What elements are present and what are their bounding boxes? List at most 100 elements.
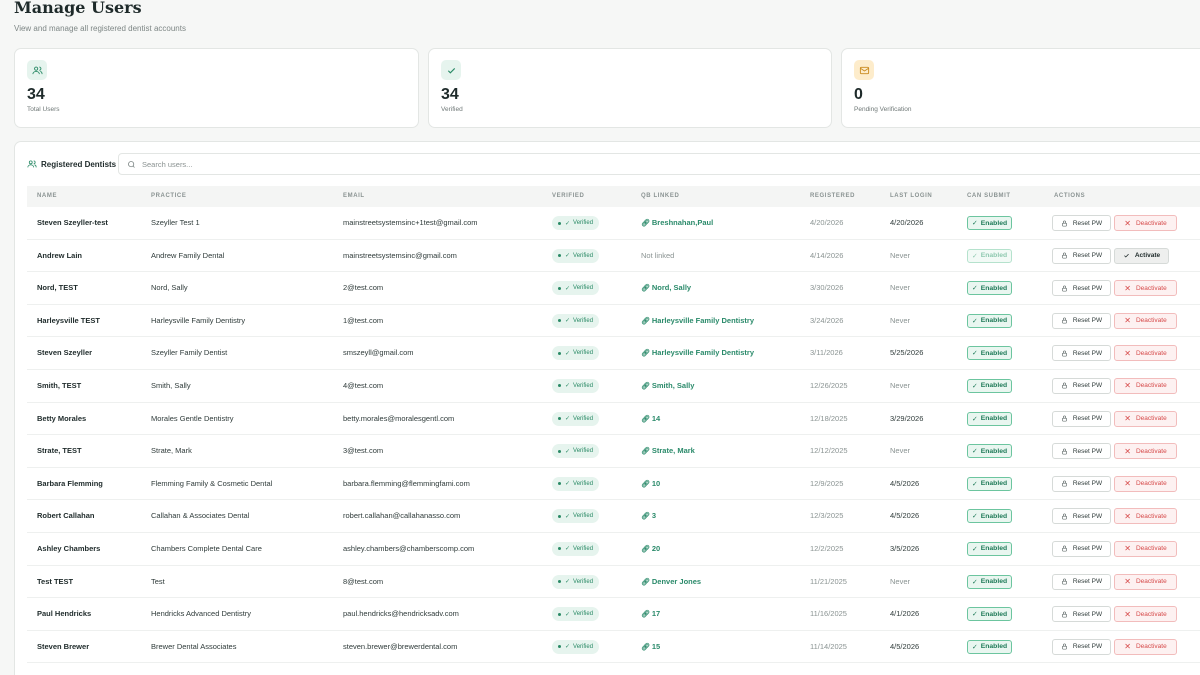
deactivate-button[interactable]: ✕ Deactivate [1114, 410, 1177, 427]
users-icon [27, 60, 47, 80]
column-header-practice[interactable]: Practice [151, 186, 186, 207]
reset-password-button[interactable]: Reset PW [1052, 377, 1111, 394]
qb-link[interactable]: 🔗︎ Harleysville Family Dentistry [641, 305, 754, 338]
can-submit-toggle[interactable]: ✓ Enabled [967, 541, 1013, 556]
user-email: 3@test.com [343, 446, 384, 456]
qb-link[interactable]: 🔗︎ Harleysville Family Dentistry [641, 337, 754, 370]
qb-link[interactable]: 🔗︎ Smith, Sally [641, 370, 694, 403]
search-input[interactable] [142, 159, 742, 169]
can-submit-toggle[interactable]: ✓ Enabled [967, 444, 1013, 459]
deactivate-button[interactable]: ✕ Deactivate [1114, 345, 1177, 362]
reset-password-button[interactable]: Reset PW [1052, 345, 1111, 362]
status-dot-icon [558, 221, 561, 225]
search-box[interactable] [118, 153, 1200, 175]
reset-password-button[interactable]: Reset PW [1052, 638, 1111, 655]
deactivate-button[interactable]: ✕ Deactivate [1114, 540, 1177, 557]
user-name: Test TEST [37, 576, 74, 586]
qb-link[interactable]: 🔗︎ Strate, Mark [641, 435, 695, 468]
column-header-email[interactable]: Email [343, 186, 365, 207]
deactivate-button[interactable]: ✕ Deactivate [1114, 573, 1177, 590]
link-icon: 🔗︎ [641, 480, 650, 488]
can-submit-toggle[interactable]: ✓ Enabled [967, 574, 1013, 589]
qb-link[interactable]: 🔗︎ Denver Jones [641, 566, 701, 599]
column-header-registered[interactable]: Registered [810, 186, 855, 207]
table-row: Robert Callahan Callahan & Associates Den… [27, 500, 1200, 533]
can-submit-toggle[interactable]: ✓ Enabled [967, 281, 1013, 296]
deactivate-button[interactable]: ✕ Deactivate [1114, 606, 1177, 623]
qb-link-label: Nord, Sally [651, 283, 692, 293]
reset-password-button[interactable]: Reset PW [1052, 280, 1111, 297]
close-icon: ✕ [1124, 218, 1131, 228]
qb-link-label: 14 [651, 413, 661, 423]
qb-link[interactable]: 🔗︎ 15 [641, 631, 660, 664]
user-practice: Chambers Complete Dental Care [151, 543, 262, 553]
can-submit-toggle[interactable]: ✓ Enabled [967, 346, 1013, 361]
reset-password-button[interactable]: Reset PW [1052, 410, 1111, 427]
reset-password-button[interactable]: Reset PW [1052, 215, 1111, 231]
verified-badge: ✓ Verified [552, 476, 600, 491]
can-submit-toggle[interactable]: ✓ Enabled [967, 216, 1013, 230]
reset-password-button[interactable]: Reset PW [1052, 443, 1111, 460]
link-icon: 🔗︎ [641, 643, 650, 651]
column-header-last-login[interactable]: Last Login [890, 186, 932, 207]
can-submit-toggle[interactable]: ✓ Enabled [967, 607, 1013, 622]
column-header-verified[interactable]: Verified [552, 186, 584, 207]
column-header-can-submit[interactable]: Can Submit [967, 186, 1011, 207]
column-header-qb-linked[interactable]: QB Linked [641, 186, 679, 207]
can-submit-toggle[interactable]: ✓ Enabled [967, 411, 1013, 426]
reset-password-button[interactable]: Reset PW [1052, 606, 1111, 623]
can-submit-toggle[interactable]: ✓ Enabled [967, 248, 1013, 263]
activate-button[interactable]: Activate [1114, 247, 1169, 264]
deactivate-button[interactable]: ✕ Deactivate [1114, 475, 1177, 492]
user-last-login: 4/5/2026 [890, 478, 920, 488]
qb-link[interactable]: 🔗︎ Breshnahan,Paul [641, 207, 713, 240]
qb-link[interactable]: 🔗︎ 10 [641, 468, 660, 501]
can-submit-toggle[interactable]: ✓ Enabled [967, 378, 1013, 393]
link-icon: 🔗︎ [641, 220, 650, 227]
deactivate-button[interactable]: ✕ Deactivate [1114, 508, 1177, 525]
page-header: Manage Users View and manage all registe… [14, 0, 186, 33]
reset-password-button[interactable]: Reset PW [1052, 312, 1111, 329]
status-dot-icon [558, 449, 561, 453]
reset-password-button[interactable]: Reset PW [1052, 508, 1111, 525]
reset-password-button[interactable]: Reset PW [1052, 475, 1111, 492]
qb-link[interactable]: 🔗︎ 17 [641, 598, 660, 631]
user-registered-date: 12/3/2025 [810, 511, 844, 521]
deactivate-button[interactable]: ✕ Deactivate [1114, 377, 1177, 394]
verified-label: Verified [573, 252, 594, 259]
deactivate-button[interactable]: ✕ Deactivate [1114, 280, 1177, 297]
column-header-name[interactable]: Name [37, 186, 57, 207]
deactivate-button[interactable]: ✕ Deactivate [1114, 638, 1177, 655]
reset-password-button[interactable]: Reset PW [1052, 247, 1111, 264]
user-last-login: Never [890, 250, 911, 260]
deactivate-button[interactable]: ✕ Deactivate [1114, 215, 1177, 231]
verified-label: Verified [573, 448, 594, 455]
deactivate-button-label: Deactivate [1135, 643, 1167, 651]
deactivate-button[interactable]: ✕ Deactivate [1114, 443, 1177, 460]
checkmark-icon: ✓ [565, 350, 571, 357]
stat-label: Pending Verification [854, 106, 912, 113]
can-submit-toggle[interactable]: ✓ Enabled [967, 476, 1013, 491]
reset-password-button[interactable]: Reset PW [1052, 540, 1111, 557]
user-email: 2@test.com [343, 283, 384, 293]
deactivate-button-label: Deactivate [1135, 415, 1167, 423]
deactivate-button[interactable]: ✕ Deactivate [1114, 312, 1177, 329]
checkmark-icon: ✓ [972, 611, 978, 619]
deactivate-button-label: Deactivate [1135, 447, 1167, 455]
user-registered-date: 12/12/2025 [810, 446, 848, 456]
qb-link-label: Denver Jones [651, 576, 702, 586]
can-submit-toggle[interactable]: ✓ Enabled [967, 313, 1013, 328]
qb-link[interactable]: 🔗︎ 3 [641, 500, 656, 533]
deactivate-button-label: Deactivate [1135, 317, 1167, 325]
reset-password-button[interactable]: Reset PW [1052, 573, 1111, 590]
qb-link[interactable]: 🔗︎ 20 [641, 533, 660, 566]
qb-link[interactable]: 🔗︎ Nord, Sally [641, 272, 691, 305]
table-row: Smith, TEST Smith, Sally 4@test.com ✓ Verifi… [27, 370, 1200, 403]
qb-link[interactable]: 🔗︎ 14 [641, 403, 660, 436]
can-submit-toggle[interactable]: ✓ Enabled [967, 639, 1013, 654]
user-name: Betty Morales [37, 413, 87, 423]
stats-row: 34 Total Users 34 Verified 0 Pending Ver… [14, 48, 1200, 128]
can-submit-toggle[interactable]: ✓ Enabled [967, 509, 1013, 524]
verified-label: Verified [573, 415, 594, 422]
user-practice: Szeyller Test 1 [151, 218, 200, 227]
